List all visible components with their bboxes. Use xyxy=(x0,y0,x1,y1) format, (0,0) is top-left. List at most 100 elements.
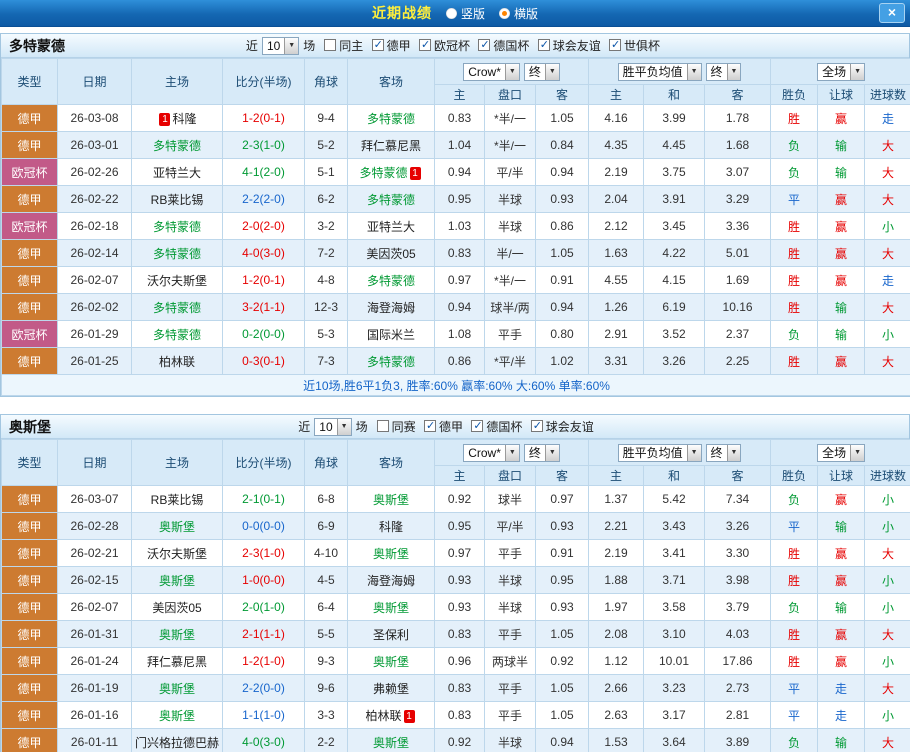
avg-draw-cell: 4.15 xyxy=(643,266,706,294)
match-count-select[interactable]: 10 xyxy=(314,417,352,436)
result-handicap-cell: 输 xyxy=(817,728,866,752)
result-handicap-cell: 赢 xyxy=(817,539,866,567)
result-goals-cell: 大 xyxy=(864,674,910,702)
radio-vertical-layout[interactable]: 竖版 xyxy=(445,5,485,22)
score-cell: 2-2(2-0) xyxy=(222,185,305,213)
result-goals: 小 xyxy=(882,327,895,342)
col-header-date: 日期 xyxy=(57,439,132,486)
result-goals: 小 xyxy=(882,708,895,723)
result-handicap-cell: 赢 xyxy=(817,266,866,294)
odds-away-cell: 0.94 xyxy=(534,158,590,186)
match-row: 德甲 26-03-07 RB莱比锡 2-1(0-1) 6-8 奥斯堡 0.92 … xyxy=(1,485,910,513)
league-cell: 德甲 xyxy=(1,239,58,267)
league-cell: 德甲 xyxy=(1,593,58,621)
filter-checkbox[interactable]: 德国杯 xyxy=(478,37,529,54)
filter-checkbox[interactable]: 球会友谊 xyxy=(537,37,601,54)
result-goals: 大 xyxy=(882,681,895,696)
result-goals: 走 xyxy=(882,273,895,288)
away-team: 弗赖堡 xyxy=(372,681,409,696)
avg-home-cell: 2.21 xyxy=(588,512,645,540)
filter-checkbox[interactable]: 德国杯 xyxy=(471,418,522,435)
avg-draw-cell: 3.64 xyxy=(643,728,706,752)
result-goals: 小 xyxy=(882,492,895,507)
home-team-cell: 门兴格拉德巴赫 xyxy=(131,728,223,752)
odds-time-select[interactable]: 终 xyxy=(523,443,560,462)
result-goals-cell: 走 xyxy=(864,104,910,132)
corners-cell: 4-5 xyxy=(304,566,348,594)
result-wdl: 胜 xyxy=(788,546,801,561)
match-row: 德甲 26-02-14 多特蒙德 4-0(3-0) 7-2 美因茨05 0.83… xyxy=(1,239,910,267)
score-cell: 1-2(0-1) xyxy=(222,266,305,294)
filter-checkbox[interactable]: 同主 xyxy=(324,37,363,54)
filter-checkbox[interactable]: 同赛 xyxy=(376,418,416,435)
away-team: 奥斯堡 xyxy=(372,492,409,507)
europe-avg-select[interactable]: 胜平负均值 xyxy=(617,62,702,81)
odds-away-cell: 1.05 xyxy=(534,620,590,648)
result-wdl: 胜 xyxy=(788,246,801,261)
odds-source-select[interactable]: Crow* xyxy=(463,443,520,462)
filter-checkbox[interactable]: 欧冠杯 xyxy=(418,37,470,54)
handicap-cell: 半/一 xyxy=(484,239,536,267)
europe-time-select[interactable]: 终 xyxy=(705,62,742,81)
result-wdl-cell: 胜 xyxy=(770,239,819,267)
home-team: 奥斯堡 xyxy=(158,627,195,642)
result-handicap-cell: 输 xyxy=(817,320,866,348)
europe-avg-select[interactable]: 胜平负均值 xyxy=(617,443,702,462)
odds-source-select[interactable]: Crow* xyxy=(463,62,520,81)
filter-checkbox[interactable]: 世俱杯 xyxy=(609,37,660,54)
scope-select[interactable]: 全场 xyxy=(817,62,866,81)
filter-checkbox[interactable]: 球会友谊 xyxy=(530,418,594,435)
avg-home-cell: 3.31 xyxy=(588,347,645,375)
home-team-cell: 多特蒙德 xyxy=(131,131,223,159)
near-label: 近 xyxy=(245,39,258,53)
corners-cell: 5-5 xyxy=(304,620,348,648)
league-cell: 德甲 xyxy=(1,347,58,375)
filter-checkbox[interactable]: 德甲 xyxy=(371,37,411,54)
odds-away-cell: 0.91 xyxy=(534,539,590,567)
col-header-avg-home: 主 xyxy=(588,84,645,105)
match-row: 德甲 26-01-31 奥斯堡 2-1(1-1) 5-5 圣保利 0.83 平手… xyxy=(1,620,910,648)
result-wdl: 胜 xyxy=(788,219,801,234)
result-handicap-cell: 输 xyxy=(817,293,866,321)
avg-away-cell: 17.86 xyxy=(704,647,772,675)
handicap-cell: *半/一 xyxy=(484,104,536,132)
result-wdl: 胜 xyxy=(788,654,801,669)
europe-time-select[interactable]: 终 xyxy=(705,443,742,462)
radio-horizontal-layout[interactable]: 横版 xyxy=(499,5,538,22)
scope-select[interactable]: 全场 xyxy=(817,443,866,462)
col-header-corners: 角球 xyxy=(304,439,348,486)
avg-draw-cell: 3.58 xyxy=(643,593,706,621)
radio-label: 竖版 xyxy=(460,6,485,21)
result-goals-cell: 大 xyxy=(864,539,910,567)
match-count-select[interactable]: 10 xyxy=(261,36,300,55)
col-header-odds-home: 主 xyxy=(434,84,485,105)
close-button[interactable]: × xyxy=(879,3,905,23)
checkbox-label: 球会友谊 xyxy=(545,419,594,434)
corners-cell: 5-3 xyxy=(304,320,348,348)
odds-time-select[interactable]: 终 xyxy=(523,62,560,81)
result-goals-cell: 小 xyxy=(864,485,910,513)
score: 1-2(0-1) xyxy=(242,111,285,125)
checkbox-label: 同主 xyxy=(339,38,364,53)
section-header: 多特蒙德 近 10 场 同主 德甲 xyxy=(1,34,909,58)
home-team: 奥斯堡 xyxy=(158,573,195,588)
odds-away-cell: 0.95 xyxy=(534,566,590,594)
league-cell: 德甲 xyxy=(1,104,58,132)
col-header-avg-away: 客 xyxy=(704,84,772,105)
result-wdl: 胜 xyxy=(788,573,801,588)
result-wdl-cell: 胜 xyxy=(770,266,819,294)
handicap-cell: 半球 xyxy=(484,728,536,752)
league-cell: 欧冠杯 xyxy=(1,320,58,348)
avg-home-cell: 1.63 xyxy=(588,239,645,267)
result-goals-cell: 大 xyxy=(864,131,910,159)
avg-draw-cell: 3.99 xyxy=(643,104,706,132)
result-wdl: 胜 xyxy=(788,627,801,642)
col-header-odds-away: 客 xyxy=(534,84,590,105)
filter-checkbox[interactable]: 德甲 xyxy=(423,418,463,435)
avg-away-cell: 3.29 xyxy=(704,185,772,213)
col-header-odds-away: 客 xyxy=(534,465,590,486)
avg-away-cell: 3.36 xyxy=(704,212,772,240)
avg-draw-cell: 3.17 xyxy=(643,701,706,729)
away-team: 多特蒙德 xyxy=(359,165,408,180)
home-team-cell: 奥斯堡 xyxy=(131,674,223,702)
